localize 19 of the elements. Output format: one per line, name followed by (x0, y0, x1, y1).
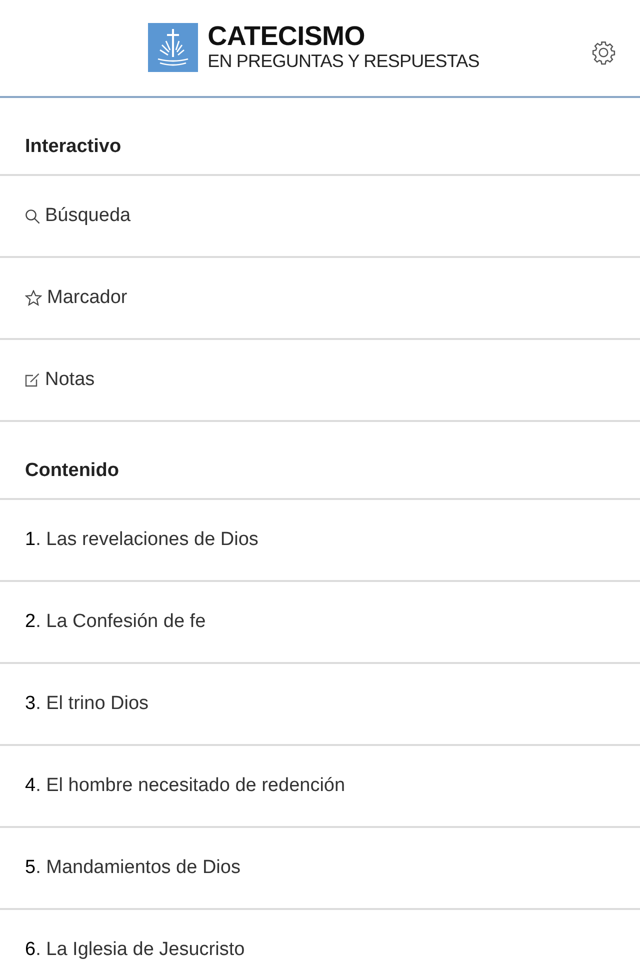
app-title: CATECISMO (208, 22, 366, 50)
chapter-item[interactable]: 6. La Iglesia de Jesucristo (25, 939, 245, 960)
app-subtitle: EN PREGUNTAS Y RESPUESTAS (208, 50, 480, 72)
notes-item[interactable]: Notas (25, 369, 95, 391)
chapter-item[interactable]: 2. La Confesión de fe (25, 611, 206, 633)
chapter-item[interactable]: 3. El trino Dios (25, 693, 149, 715)
bookmark-item[interactable]: Marcador (25, 287, 128, 309)
star-icon (25, 290, 42, 306)
settings-icon (591, 40, 616, 65)
logo-icon (148, 22, 198, 72)
edit-icon (25, 373, 40, 387)
settings-button[interactable] (591, 40, 616, 65)
chapter-item[interactable]: 4. El hombre necesitado de redención (25, 775, 346, 797)
search-item[interactable]: Búsqueda (25, 205, 131, 227)
section-title: Interactivo (25, 136, 122, 158)
section-title: Contenido (25, 460, 119, 482)
chapter-item[interactable]: 1. Las revelaciones de Dios (25, 529, 258, 551)
chapter-item[interactable]: 5. Mandamientos de Dios (25, 857, 240, 879)
search-icon (25, 208, 40, 224)
